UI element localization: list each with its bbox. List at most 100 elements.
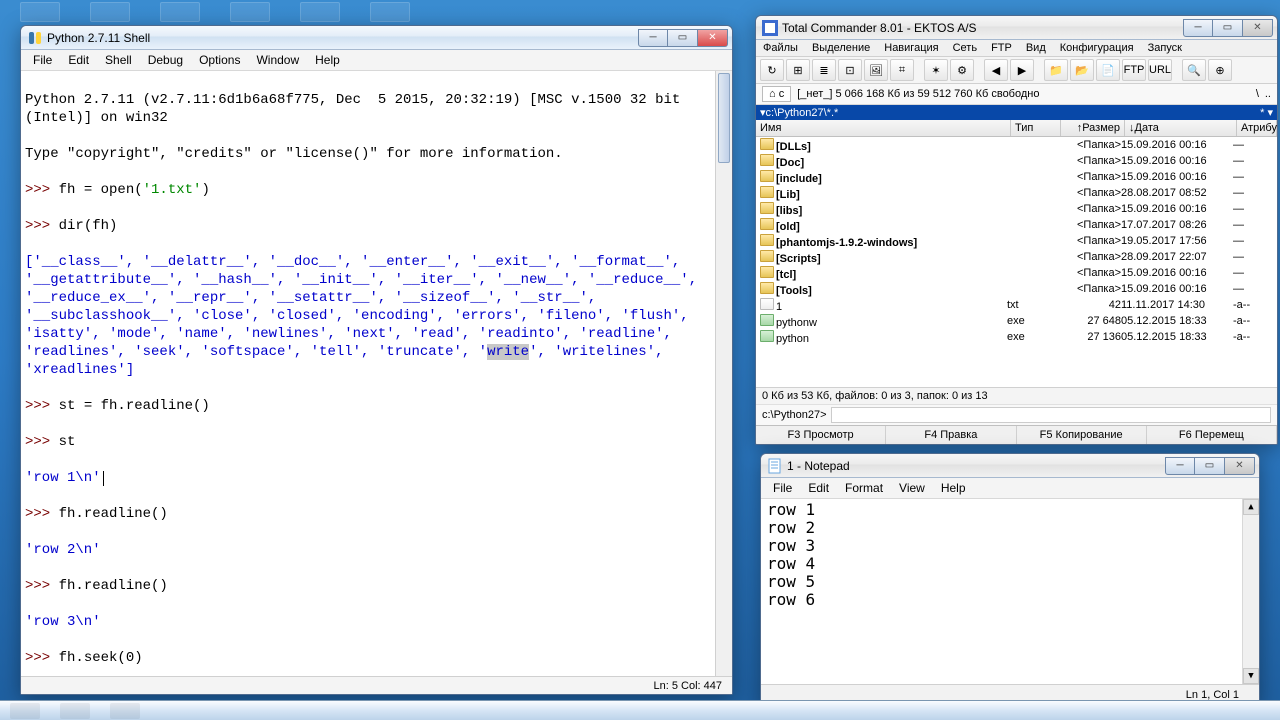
tc-status: 0 Кб из 53 Кб, файлов: 0 из 3, папок: 0 … <box>756 387 1277 404</box>
idle-titlebar[interactable]: Python 2.7.11 Shell ─ ▭ ✕ <box>21 26 732 50</box>
tc-drivebar: ⌂ c [_нет_] 5 066 168 Кб из 59 512 760 К… <box>756 84 1277 105</box>
menu-item-file[interactable]: File <box>765 479 800 497</box>
taskbar-item[interactable] <box>110 703 140 719</box>
idle-menubar: FileEditShellDebugOptionsWindowHelp <box>21 50 732 71</box>
table-row[interactable]: pythonwexe27 64805.12.2015 18:33-a-- <box>756 313 1277 329</box>
tc-filelist[interactable]: [DLLs]<Папка>15.09.2016 00:16—[Doc]<Папк… <box>756 137 1277 387</box>
toolbar-button[interactable]: ⊡ <box>838 59 862 81</box>
table-row[interactable]: [libs]<Папка>15.09.2016 00:16— <box>756 201 1277 217</box>
notepad-window: 1 - Notepad ─ ▭ ✕ FileEditFormatViewHelp… <box>760 453 1260 705</box>
close-button[interactable]: ✕ <box>1225 457 1255 475</box>
table-row[interactable]: 1txt4211.11.2017 14:30-a-- <box>756 297 1277 313</box>
table-row[interactable]: [tcl]<Папка>15.09.2016 00:16— <box>756 265 1277 281</box>
menu-item-view[interactable]: View <box>891 479 933 497</box>
idle-shell-output[interactable]: Python 2.7.11 (v2.7.11:6d1b6a68f775, Dec… <box>21 71 732 676</box>
table-row[interactable]: pythonexe27 13605.12.2015 18:33-a-- <box>756 329 1277 345</box>
maximize-button[interactable]: ▭ <box>668 29 698 47</box>
file-icon <box>760 298 774 310</box>
toolbar-button[interactable]: ▶ <box>1010 59 1034 81</box>
toolbar-button[interactable]: ↻ <box>760 59 784 81</box>
exe-icon <box>760 314 774 326</box>
table-row[interactable]: [phantomjs-1.9.2-windows]<Папка>19.05.20… <box>756 233 1277 249</box>
tc-titlebar[interactable]: Total Commander 8.01 - EKTOS A/S ─ ▭ ✕ <box>756 16 1277 40</box>
toolbar-button[interactable]: 📁 <box>1044 59 1068 81</box>
total-commander-window: Total Commander 8.01 - EKTOS A/S ─ ▭ ✕ Ф… <box>755 15 1278 445</box>
table-row[interactable]: [old]<Папка>17.07.2017 08:26— <box>756 217 1277 233</box>
menu-item-вид[interactable]: Вид <box>1019 40 1053 56</box>
fkey-button[interactable]: F6 Перемещ <box>1147 426 1277 444</box>
tc-cmd-input[interactable] <box>831 407 1271 423</box>
fkey-button[interactable]: F4 Правка <box>886 426 1016 444</box>
taskbar[interactable] <box>0 700 1280 720</box>
close-button[interactable]: ✕ <box>1243 19 1273 37</box>
table-row[interactable]: [Lib]<Папка>28.08.2017 08:52— <box>756 185 1277 201</box>
scroll-down-icon[interactable]: ▼ <box>1243 668 1259 684</box>
menu-item-options[interactable]: Options <box>191 51 248 69</box>
toolbar-button[interactable]: ⊞ <box>786 59 810 81</box>
maximize-button[interactable]: ▭ <box>1195 457 1225 475</box>
menu-item-запуск[interactable]: Запуск <box>1141 40 1189 56</box>
folder-icon <box>760 250 774 262</box>
np-text-area[interactable]: row 1 row 2 row 3 row 4 row 5 row 6 ▲ ▼ <box>761 499 1259 684</box>
toolbar-button[interactable]: ◀ <box>984 59 1008 81</box>
menu-item-help[interactable]: Help <box>307 51 348 69</box>
tc-column-headers[interactable]: Имя Тип ↑Размер ↓Дата Атрибу <box>756 120 1277 137</box>
menu-item-ftp[interactable]: FTP <box>984 40 1019 56</box>
np-title: 1 - Notepad <box>787 459 1165 473</box>
folder-icon <box>760 170 774 182</box>
close-button[interactable]: ✕ <box>698 29 728 47</box>
folder-icon <box>760 282 774 294</box>
np-titlebar[interactable]: 1 - Notepad ─ ▭ ✕ <box>761 454 1259 478</box>
toolbar-button[interactable]: 📂 <box>1070 59 1094 81</box>
toolbar-button[interactable]: 🔍 <box>1182 59 1206 81</box>
minimize-button[interactable]: ─ <box>1183 19 1213 37</box>
table-row[interactable]: [include]<Папка>15.09.2016 00:16— <box>756 169 1277 185</box>
toolbar-button[interactable]: 📄 <box>1096 59 1120 81</box>
folder-icon <box>760 138 774 150</box>
menu-item-навигация[interactable]: Навигация <box>877 40 945 56</box>
toolbar-button[interactable]: ≣ <box>812 59 836 81</box>
menu-item-file[interactable]: File <box>25 51 60 69</box>
scroll-up-icon[interactable]: ▲ <box>1243 499 1259 515</box>
menu-item-debug[interactable]: Debug <box>140 51 191 69</box>
taskbar-item[interactable] <box>60 703 90 719</box>
table-row[interactable]: [DLLs]<Папка>15.09.2016 00:16— <box>756 137 1277 153</box>
minimize-button[interactable]: ─ <box>1165 457 1195 475</box>
table-row[interactable]: [Scripts]<Папка>28.09.2017 22:07— <box>756 249 1277 265</box>
menu-item-format[interactable]: Format <box>837 479 891 497</box>
menu-item-выделение[interactable]: Выделение <box>805 40 877 56</box>
folder-icon <box>760 186 774 198</box>
fkey-button[interactable]: F3 Просмотр <box>756 426 886 444</box>
menu-item-конфигурация[interactable]: Конфигурация <box>1053 40 1141 56</box>
folder-icon <box>760 218 774 230</box>
tc-pathbar[interactable]: ▾ c:\Python27\*.** ▾ <box>756 105 1277 120</box>
toolbar-button[interactable]: ⊕ <box>1208 59 1232 81</box>
minimize-button[interactable]: ─ <box>638 29 668 47</box>
menu-item-shell[interactable]: Shell <box>97 51 140 69</box>
table-row[interactable]: [Doc]<Папка>15.09.2016 00:16— <box>756 153 1277 169</box>
menu-item-help[interactable]: Help <box>933 479 974 497</box>
idle-statusbar: Ln: 5 Col: 447 <box>21 676 732 694</box>
menu-item-edit[interactable]: Edit <box>800 479 837 497</box>
taskbar-item[interactable] <box>10 703 40 719</box>
menu-item-edit[interactable]: Edit <box>60 51 97 69</box>
toolbar-button[interactable]: ⌗ <box>890 59 914 81</box>
toolbar-button[interactable]: URL <box>1148 59 1172 81</box>
tc-cmdline: c:\Python27> <box>756 404 1277 425</box>
toolbar-button[interactable]: 🖼 <box>864 59 888 81</box>
menu-item-файлы[interactable]: Файлы <box>756 40 805 56</box>
idle-title: Python 2.7.11 Shell <box>47 31 638 45</box>
np-scrollbar[interactable]: ▲ ▼ <box>1242 499 1259 684</box>
idle-scrollbar[interactable] <box>715 71 732 676</box>
menu-item-window[interactable]: Window <box>248 51 307 69</box>
toolbar-button[interactable]: ⚙ <box>950 59 974 81</box>
tc-title: Total Commander 8.01 - EKTOS A/S <box>782 21 1183 35</box>
toolbar-button[interactable]: FTP <box>1122 59 1146 81</box>
drive-button[interactable]: ⌂ c <box>762 86 791 102</box>
maximize-button[interactable]: ▭ <box>1213 19 1243 37</box>
toolbar-button[interactable]: ✶ <box>924 59 948 81</box>
tc-toolbar: ↻⊞≣⊡🖼⌗ ✶⚙ ◀▶ 📁📂📄FTPURL 🔍⊕ <box>756 57 1277 84</box>
fkey-button[interactable]: F5 Копирование <box>1017 426 1147 444</box>
menu-item-сеть[interactable]: Сеть <box>946 40 984 56</box>
table-row[interactable]: [Tools]<Папка>15.09.2016 00:16— <box>756 281 1277 297</box>
